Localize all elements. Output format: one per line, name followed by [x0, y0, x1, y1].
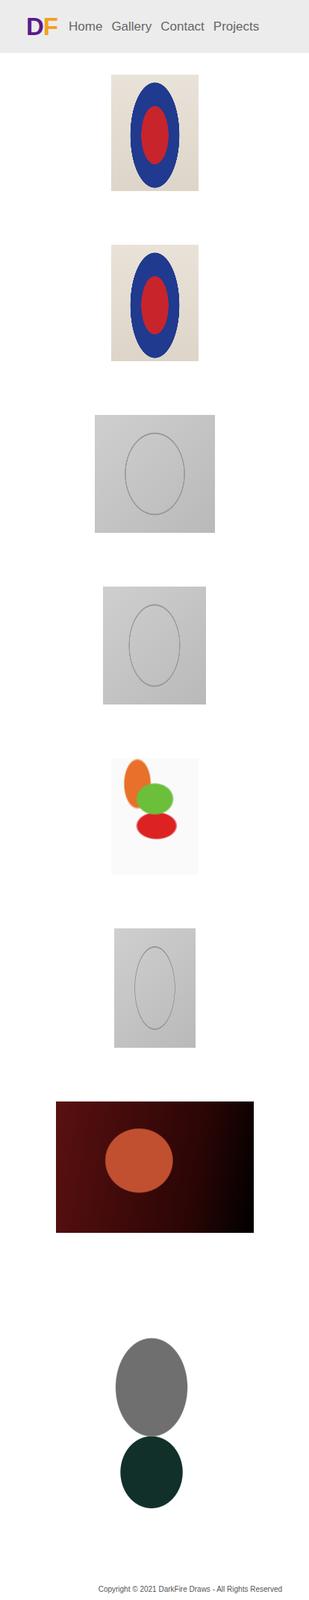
artwork-image[interactable]	[114, 928, 196, 1048]
artwork-image[interactable]	[103, 586, 206, 705]
nav-link[interactable]: Projects	[213, 14, 259, 40]
artwork-image[interactable]	[94, 414, 215, 533]
nav-link[interactable]: Home	[68, 14, 103, 40]
artwork-image[interactable]	[111, 74, 199, 192]
copyright-text: Copyright © 2021 DarkFire Draws - All Ri…	[98, 1585, 283, 1594]
artwork-image[interactable]	[111, 758, 199, 875]
footer: Copyright © 2021 DarkFire Draws - All Ri…	[0, 1512, 309, 1598]
nav-link[interactable]: Contact	[160, 14, 205, 40]
nav-link[interactable]: Gallery	[111, 14, 152, 40]
artwork-image[interactable]	[111, 244, 199, 362]
logo-letter: F	[43, 14, 58, 39]
logo[interactable]: DF	[26, 14, 58, 39]
site-header: DF Home Gallery Contact Projects	[0, 0, 309, 53]
logo-letter: D	[26, 14, 44, 39]
main-nav: Home Gallery Contact Projects	[68, 14, 259, 40]
artwork-image[interactable]	[55, 1101, 254, 1234]
artwork-image[interactable]	[80, 1310, 229, 1513]
gallery	[0, 52, 309, 1513]
